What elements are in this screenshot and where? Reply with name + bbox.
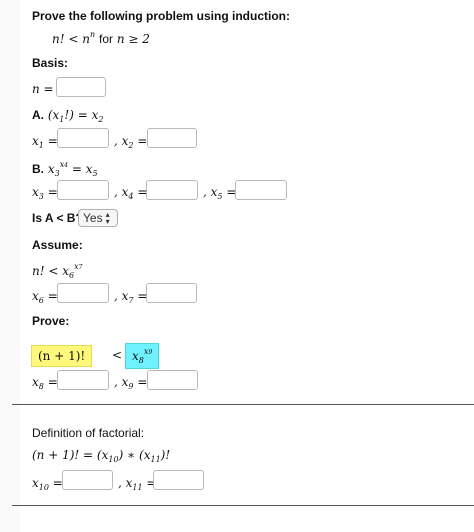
prove-heading: Prove: (32, 314, 70, 328)
factorial-mid: ) ∗ (x (118, 448, 151, 462)
x5-input[interactable] (235, 180, 287, 200)
x4-label: , x4 = (114, 185, 147, 201)
a-sub2: 2 (98, 115, 104, 124)
section-divider-bottom (12, 505, 474, 506)
b-label: B. (32, 162, 44, 176)
x2-var: , x (114, 134, 129, 148)
factorial-sub11: 11 (150, 455, 161, 464)
x3-input[interactable] (57, 180, 109, 200)
a-tail: !) = x (64, 108, 99, 122)
x10-input[interactable] (62, 470, 113, 490)
x8-var: x (32, 375, 39, 389)
x5-var: , x (203, 185, 218, 199)
x3-eq: = (43, 185, 58, 199)
x6-label: x6 = (32, 289, 58, 305)
prove-rhs-x: x (132, 349, 139, 363)
prove-rhs-sub: 8 (138, 356, 144, 365)
x1-eq: = (43, 134, 58, 148)
x2-input[interactable] (147, 128, 197, 148)
x9-var: , x (114, 375, 129, 389)
factorial-heading: Definition of factorial: (32, 426, 145, 440)
assume-lhs: n! < x (32, 264, 70, 278)
expression-a: A. (x1!) = x2 (32, 108, 103, 124)
is-a-less-b-select[interactable]: Yes ▴ ▾ (78, 209, 118, 227)
x8-input[interactable] (57, 370, 109, 390)
problem-title: Prove the following problem using induct… (32, 9, 290, 23)
problem-statement: n! < nn for n ≥ 2 (52, 30, 150, 46)
x1-var: x (32, 134, 39, 148)
statement-rhs: n (82, 32, 91, 46)
factorial-expr-start: (n + 1)! = (x (32, 448, 109, 462)
x2-label: , x2 = (114, 134, 147, 150)
is-a-less-b-value: Yes (83, 211, 103, 225)
statement-for: for (99, 32, 114, 46)
x11-sub: 11 (132, 483, 143, 492)
factorial-expression: (n + 1)! = (x10) ∗ (x11)! (32, 448, 170, 464)
b-tail-sub: 5 (92, 169, 98, 178)
x6-var: x (32, 289, 39, 303)
b-x: x (47, 162, 55, 176)
x3-var: x (32, 185, 39, 199)
statement-condition: n ≥ 2 (116, 32, 150, 46)
assume-exponent: x7 (74, 262, 82, 271)
statement-rhs-exponent: n (90, 30, 96, 39)
x4-var: , x (114, 185, 129, 199)
section-divider (12, 404, 474, 405)
assume-expression: n! < x6x7 (32, 262, 82, 280)
x6-input[interactable] (57, 283, 109, 303)
x2-eq: = (133, 134, 148, 148)
x7-input[interactable] (146, 283, 197, 303)
x8-label: x8 = (32, 375, 58, 391)
n-label: n = (32, 82, 54, 96)
assume-heading: Assume: (32, 238, 83, 252)
assume-sup-sub: 7 (78, 264, 83, 271)
x9-input[interactable] (147, 370, 198, 390)
b-sub: 3 (54, 169, 60, 178)
x6-eq: = (43, 289, 58, 303)
prove-lhs-highlight: (n + 1)! (31, 345, 93, 367)
x10-var: x (32, 476, 39, 490)
b-tail: = x (68, 162, 93, 176)
x8-eq: = (43, 375, 58, 389)
prove-rhs-highlight: x8x9 (125, 343, 160, 369)
prove-rhs-exponent: x9 (144, 347, 152, 356)
factorial-tail: )! (160, 448, 171, 462)
x1-label: x1 = (32, 134, 58, 150)
prove-op: < (112, 348, 123, 362)
prove-sup-sub: 9 (148, 349, 153, 356)
factorial-sub10: 10 (108, 455, 119, 464)
x1-input[interactable] (57, 128, 109, 148)
x10-label: x10 = (32, 476, 63, 492)
x7-label: , x7 = (114, 289, 147, 305)
is-a-less-b-label: Is A < B? (32, 211, 83, 225)
x11-input[interactable] (153, 470, 204, 490)
x9-label: , x9 = (114, 375, 147, 391)
basis-heading: Basis: (32, 56, 69, 70)
x11-label: , x11 = (118, 476, 156, 492)
a-label: A. (32, 108, 44, 122)
x9-eq: = (133, 375, 148, 389)
x4-input[interactable] (146, 180, 198, 200)
x7-var: , x (114, 289, 129, 303)
x3-label: x3 = (32, 185, 58, 201)
statement-op: < (68, 32, 79, 46)
x5-label: , x5 = (203, 185, 236, 201)
select-chevron-icon: ▴ ▾ (105, 210, 110, 226)
a-expr-part: (x (47, 108, 60, 122)
assume-sub: 6 (69, 271, 75, 280)
n-input[interactable] (56, 77, 106, 97)
x10-eq: = (48, 476, 63, 490)
b-exponent: x4 (60, 160, 68, 169)
statement-lhs: n! (52, 32, 65, 46)
x11-var: , x (118, 476, 133, 490)
x10-sub: 10 (38, 483, 49, 492)
expression-b: B. x3x4 = x5 (32, 160, 98, 178)
